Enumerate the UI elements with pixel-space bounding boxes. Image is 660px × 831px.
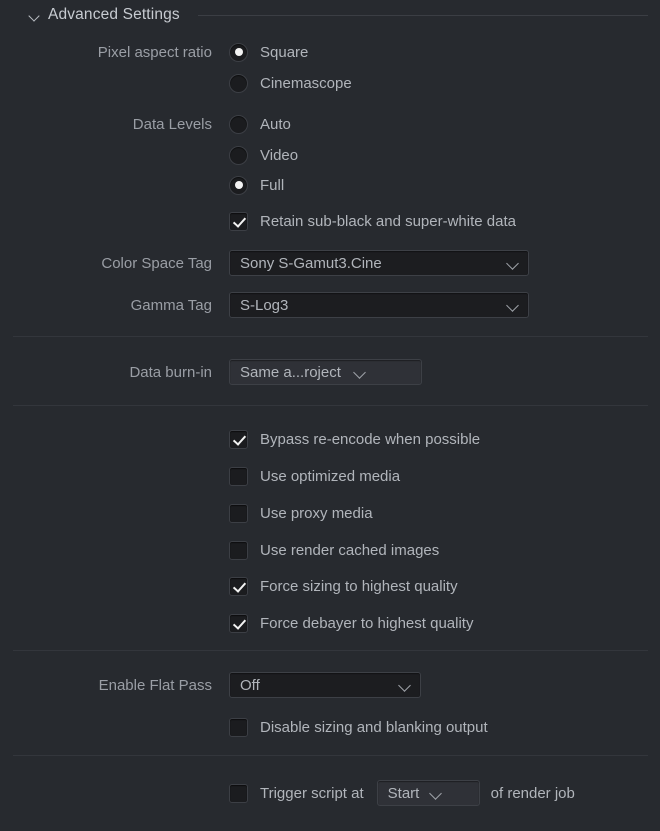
section-title: Advanced Settings [48, 6, 180, 23]
row-bypass-re-encode: Bypass re-encode when possible [0, 424, 480, 454]
chevron-down-icon[interactable] [506, 256, 520, 270]
radio-full-label: Full [260, 176, 285, 194]
checkbox-use-render-cached-images-label: Use render cached images [260, 541, 440, 559]
data-burn-in-value: Same a...roject [240, 363, 341, 381]
radio-square[interactable] [229, 42, 248, 62]
divider-2 [13, 405, 648, 406]
data-burn-in-label: Data burn-in [129, 363, 212, 381]
enable-flat-pass-value: Off [240, 676, 260, 694]
row-data-levels-full: Full [0, 170, 284, 200]
radio-video[interactable] [229, 145, 248, 165]
checkbox-trigger-script[interactable] [229, 783, 248, 803]
trigger-script-control: Trigger script at Start of render job [229, 780, 575, 806]
data-burn-in-control: Same a...roject [229, 359, 422, 385]
radio-cinemascope[interactable] [229, 73, 248, 93]
radio-option-full[interactable]: Full [229, 175, 285, 195]
advanced-settings-header[interactable]: Advanced Settings [0, 0, 660, 30]
gamma-tag-label: Gamma Tag [130, 296, 212, 314]
row-force-debayer: Force debayer to highest quality [0, 608, 473, 638]
radio-auto[interactable] [229, 114, 248, 134]
row-data-burn-in: Data burn-in Same a...roject [0, 357, 422, 387]
checkbox-bypass-re-encode-label: Bypass re-encode when possible [260, 430, 481, 448]
checkbox-option-use-proxy-media[interactable]: Use proxy media [229, 503, 373, 523]
row-pixel-aspect-ratio: Pixel aspect ratio Square [0, 37, 308, 67]
gamma-tag-control: S-Log3 [229, 292, 529, 318]
checkbox-force-debayer-label: Force debayer to highest quality [260, 614, 474, 632]
chevron-down-icon[interactable] [353, 365, 367, 379]
checkbox-option-bypass-re-encode[interactable]: Bypass re-encode when possible [229, 429, 481, 449]
checkbox-force-sizing-label: Force sizing to highest quality [260, 577, 458, 595]
checkbox-use-optimized-media-label: Use optimized media [260, 467, 401, 485]
color-space-tag-label: Color Space Tag [101, 254, 212, 272]
row-pixel-aspect-ratio-cinemascope: Cinemascope [0, 68, 352, 98]
row-enable-flat-pass: Enable Flat Pass Off [0, 670, 421, 700]
row-use-optimized-media: Use optimized media [0, 461, 400, 491]
row-gamma-tag: Gamma Tag S-Log3 [0, 290, 529, 320]
trigger-script-text-after: of render job [490, 784, 575, 802]
radio-cinemascope-label: Cinemascope [260, 74, 352, 92]
advanced-settings-panel: Advanced Settings Pixel aspect ratio Squ… [0, 0, 660, 831]
enable-flat-pass-dropdown[interactable]: Off [229, 672, 421, 698]
row-data-levels-video: Video [0, 140, 298, 170]
divider-3 [13, 650, 648, 651]
checkbox-force-debayer[interactable] [229, 613, 248, 633]
chevron-down-icon[interactable] [28, 9, 41, 22]
checkbox-use-render-cached-images[interactable] [229, 540, 248, 560]
divider-4 [13, 755, 648, 756]
checkbox-option-disable-sizing[interactable]: Disable sizing and blanking output [229, 717, 488, 737]
row-disable-sizing: Disable sizing and blanking output [0, 712, 488, 742]
row-use-render-cached-images: Use render cached images [0, 535, 439, 565]
checkbox-option-use-optimized-media[interactable]: Use optimized media [229, 466, 401, 486]
checkbox-force-sizing[interactable] [229, 576, 248, 596]
checkbox-disable-sizing[interactable] [229, 717, 248, 737]
checkbox-option-retain-sub-black[interactable]: Retain sub-black and super-white data [229, 211, 516, 231]
row-trigger-script: Trigger script at Start of render job [0, 778, 575, 808]
radio-option-square[interactable]: Square [229, 42, 309, 62]
trigger-script-text-before: Trigger script at [260, 784, 364, 802]
row-retain-sub-black: Retain sub-black and super-white data [0, 206, 516, 236]
checkbox-retain-sub-black[interactable] [229, 211, 248, 231]
checkbox-use-proxy-media-label: Use proxy media [260, 504, 373, 522]
color-space-tag-dropdown[interactable]: Sony S-Gamut3.Cine [229, 250, 529, 276]
trigger-script-value: Start [387, 784, 420, 802]
radio-full[interactable] [229, 175, 248, 195]
chevron-down-icon[interactable] [398, 678, 412, 692]
pixel-aspect-ratio-label: Pixel aspect ratio [97, 43, 212, 61]
row-color-space-tag: Color Space Tag Sony S-Gamut3.Cine [0, 248, 529, 278]
color-space-tag-value: Sony S-Gamut3.Cine [240, 254, 382, 272]
data-levels-label: Data Levels [132, 115, 212, 133]
row-data-levels: Data Levels Auto [0, 109, 291, 139]
radio-video-label: Video [260, 146, 299, 164]
radio-option-video[interactable]: Video [229, 145, 299, 165]
chevron-down-icon[interactable] [506, 298, 520, 312]
gamma-tag-value: S-Log3 [240, 296, 289, 314]
checkbox-option-force-sizing[interactable]: Force sizing to highest quality [229, 576, 458, 596]
enable-flat-pass-control: Off [229, 672, 421, 698]
radio-option-auto[interactable]: Auto [229, 114, 291, 134]
trigger-script-dropdown[interactable]: Start [376, 780, 480, 806]
checkbox-use-proxy-media[interactable] [229, 503, 248, 523]
data-burn-in-dropdown[interactable]: Same a...roject [229, 359, 422, 385]
checkbox-bypass-re-encode[interactable] [229, 429, 248, 449]
enable-flat-pass-label: Enable Flat Pass [98, 676, 212, 694]
color-space-tag-control: Sony S-Gamut3.Cine [229, 250, 529, 276]
row-force-sizing: Force sizing to highest quality [0, 571, 458, 601]
divider-1 [13, 336, 648, 337]
radio-option-cinemascope[interactable]: Cinemascope [229, 73, 352, 93]
chevron-down-icon[interactable] [429, 786, 443, 800]
row-use-proxy-media: Use proxy media [0, 498, 373, 528]
radio-auto-label: Auto [260, 115, 291, 133]
radio-square-label: Square [260, 43, 309, 61]
checkbox-use-optimized-media[interactable] [229, 466, 248, 486]
checkbox-option-force-debayer[interactable]: Force debayer to highest quality [229, 613, 474, 633]
checkbox-disable-sizing-label: Disable sizing and blanking output [260, 718, 488, 736]
gamma-tag-dropdown[interactable]: S-Log3 [229, 292, 529, 318]
header-rule [197, 14, 648, 16]
checkbox-option-use-render-cached-images[interactable]: Use render cached images [229, 540, 440, 560]
checkbox-retain-sub-black-label: Retain sub-black and super-white data [260, 212, 516, 230]
